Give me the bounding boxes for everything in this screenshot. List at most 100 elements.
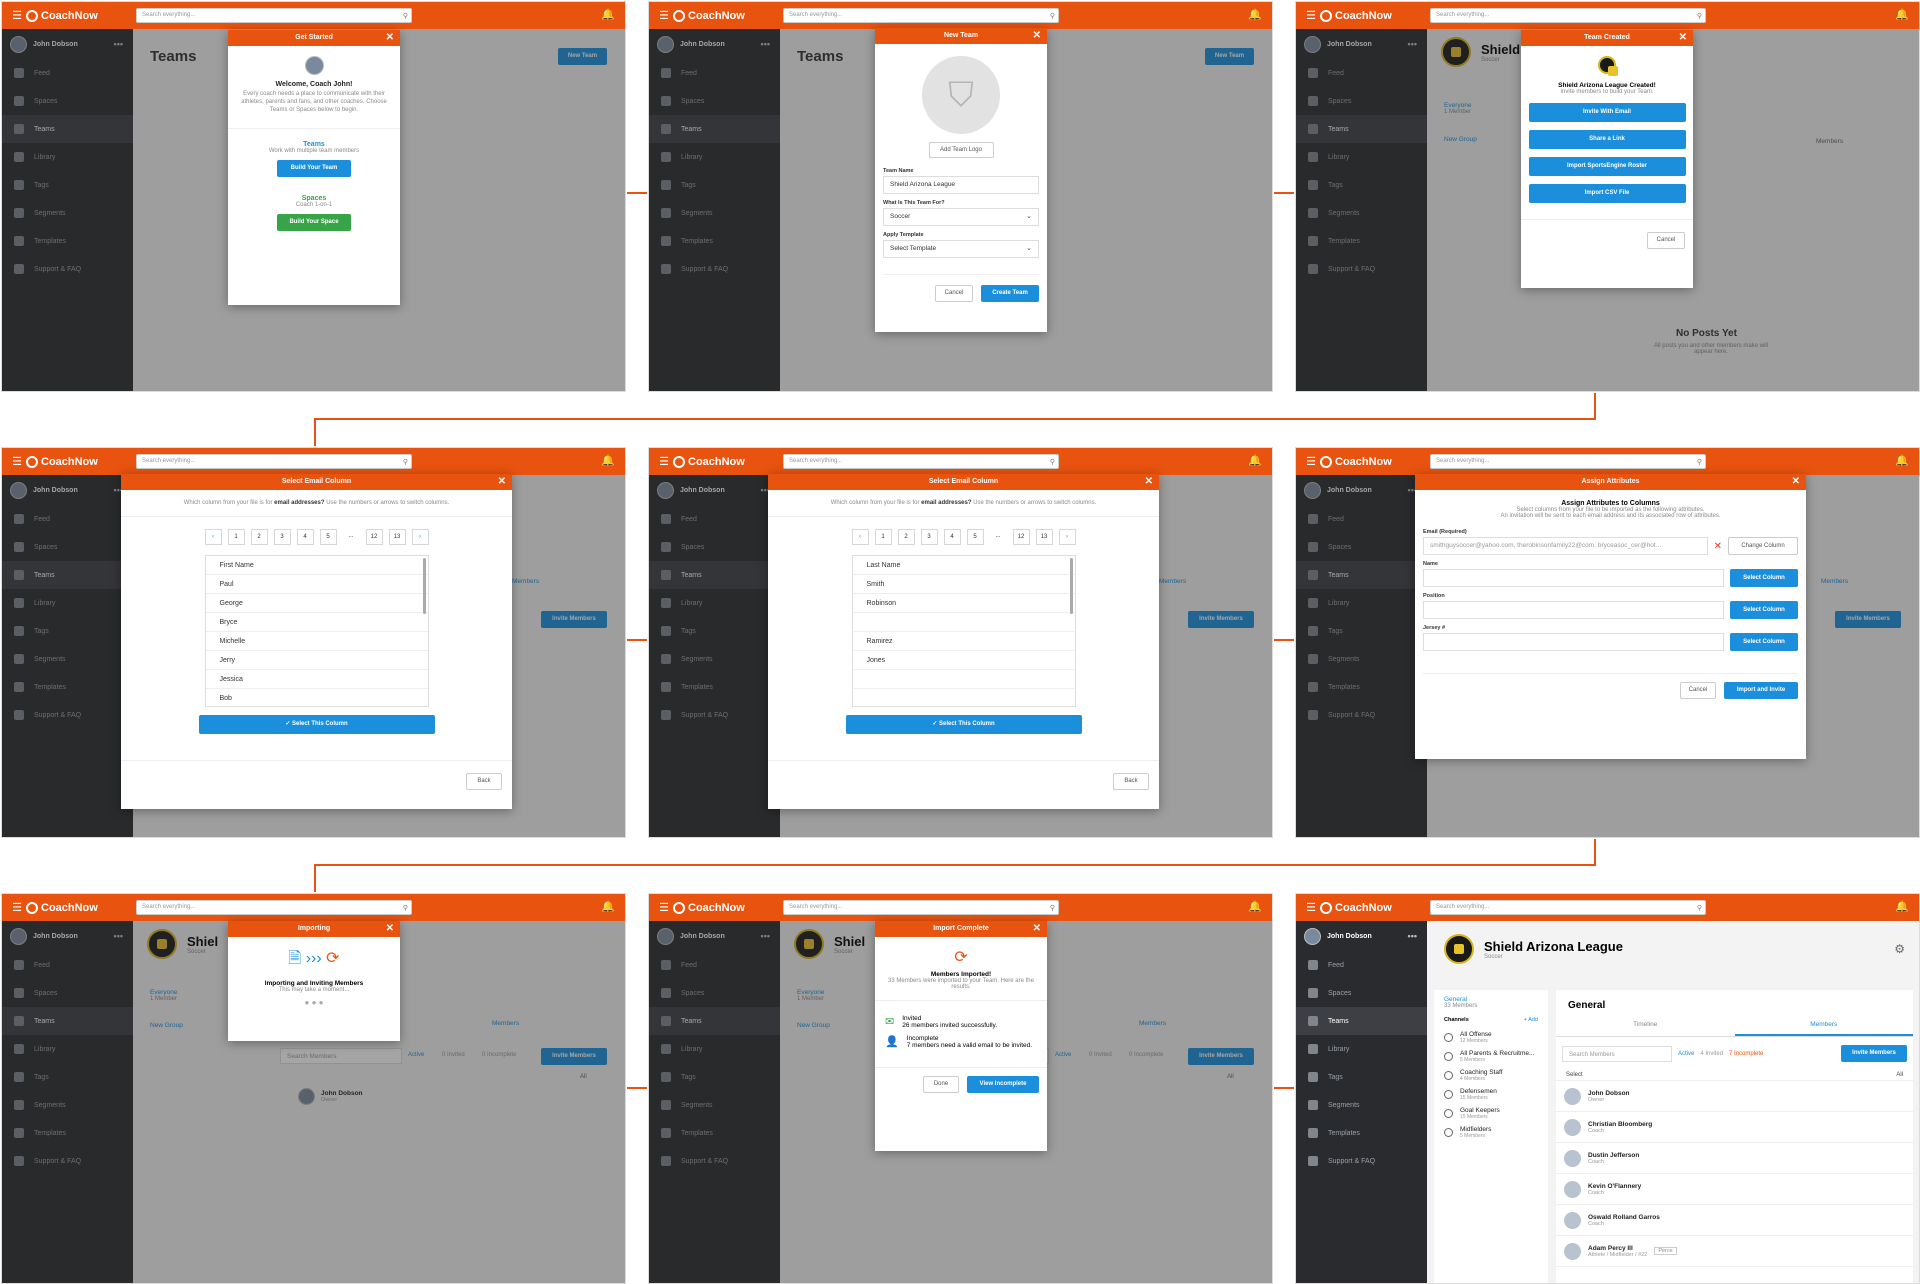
- sidebar-item-library[interactable]: Library: [1296, 1035, 1427, 1063]
- app-logo[interactable]: CoachNow: [673, 901, 781, 914]
- notification-bell-icon[interactable]: 🔔: [601, 900, 615, 913]
- search-icon[interactable]: ⚲: [1050, 456, 1055, 469]
- notification-bell-icon[interactable]: 🔔: [1248, 900, 1262, 913]
- list-item[interactable]: All Parents & Recruitme... 5 Members: [1434, 1044, 1548, 1063]
- scrollbar[interactable]: [422, 558, 426, 614]
- close-icon[interactable]: ✕: [498, 474, 506, 490]
- global-search-input[interactable]: Search everything... ⚲: [1430, 8, 1706, 23]
- close-icon[interactable]: ✕: [1145, 474, 1153, 490]
- global-search-input[interactable]: Search everything... ⚲: [1430, 900, 1706, 915]
- build-team-button[interactable]: Build Your Team: [277, 160, 351, 177]
- select-column-button[interactable]: ✓ Select This Column: [198, 715, 435, 734]
- add-channel-button[interactable]: + Add: [1524, 1017, 1538, 1023]
- close-icon[interactable]: ✕: [1033, 28, 1041, 44]
- search-icon[interactable]: ⚲: [1697, 10, 1702, 23]
- global-search-input[interactable]: Search everything... ⚲: [136, 900, 412, 915]
- import-sportsengine-button[interactable]: Import SportsEngine Roster: [1528, 157, 1686, 176]
- page-number[interactable]: 1: [874, 529, 892, 545]
- page-number[interactable]: 12: [365, 529, 383, 545]
- table-row[interactable]: Oswald Rolland Garros Coach: [1556, 1205, 1913, 1236]
- add-team-logo-button[interactable]: Add Team Logo: [928, 142, 994, 158]
- next-arrow-icon[interactable]: ›: [411, 529, 429, 545]
- global-search-input[interactable]: Search everything... ⚲: [783, 900, 1059, 915]
- create-team-button[interactable]: Create Team: [981, 285, 1039, 302]
- select-all-checkbox[interactable]: Select: [1566, 1072, 1583, 1078]
- close-icon[interactable]: ✕: [1679, 30, 1687, 46]
- global-search-input[interactable]: Search everything... ⚲: [136, 454, 412, 469]
- hamburger-menu-icon[interactable]: ☰: [8, 894, 26, 921]
- sidebar-item-tags[interactable]: Tags: [1296, 1063, 1427, 1091]
- back-button[interactable]: Back: [466, 773, 502, 790]
- notification-bell-icon[interactable]: 🔔: [1895, 900, 1909, 913]
- hamburger-menu-icon[interactable]: ☰: [655, 2, 673, 29]
- search-icon[interactable]: ⚲: [1697, 456, 1702, 469]
- notification-bell-icon[interactable]: 🔔: [601, 454, 615, 467]
- list-item[interactable]: Midfielders 5 Members: [1434, 1120, 1548, 1139]
- sidebar-item-feed[interactable]: Feed: [1296, 951, 1427, 979]
- table-row[interactable]: John DobsonOwner: [1556, 1081, 1913, 1112]
- page-number[interactable]: 13: [388, 529, 406, 545]
- table-row[interactable]: Dustin Jefferson Coach: [1556, 1143, 1913, 1174]
- hamburger-menu-icon[interactable]: ☰: [1302, 894, 1320, 921]
- search-icon[interactable]: ⚲: [403, 456, 408, 469]
- app-logo[interactable]: CoachNow: [673, 455, 781, 468]
- cancel-button[interactable]: Cancel: [935, 285, 973, 302]
- page-number[interactable]: 3: [920, 529, 938, 545]
- tab-invited[interactable]: 4 Invited: [1700, 1051, 1723, 1057]
- search-icon[interactable]: ⚲: [403, 10, 408, 23]
- build-space-button[interactable]: Build Your Space: [277, 214, 351, 231]
- page-number[interactable]: 3: [273, 529, 291, 545]
- view-incomplete-button[interactable]: View Incomplete: [967, 1076, 1039, 1093]
- app-logo[interactable]: CoachNow: [26, 455, 134, 468]
- tab-timeline[interactable]: Timeline: [1556, 1021, 1735, 1036]
- close-icon[interactable]: ✕: [386, 30, 394, 46]
- back-button[interactable]: Back: [1113, 773, 1149, 790]
- cancel-button[interactable]: Cancel: [1680, 682, 1716, 699]
- app-logo[interactable]: CoachNow: [1320, 455, 1428, 468]
- global-search-input[interactable]: Search everything... ⚲: [1430, 454, 1706, 469]
- previous-arrow-icon[interactable]: ‹: [851, 529, 869, 545]
- list-item[interactable]: Goal Keepers 15 Members: [1434, 1101, 1548, 1120]
- team-purpose-select[interactable]: Soccer ⌄: [883, 208, 1039, 226]
- filter-select[interactable]: All: [1896, 1072, 1903, 1078]
- notification-bell-icon[interactable]: 🔔: [1895, 8, 1909, 21]
- hamburger-menu-icon[interactable]: ☰: [8, 448, 26, 475]
- done-button[interactable]: Done: [923, 1076, 959, 1093]
- sidebar-user[interactable]: John Dobson •••: [1296, 921, 1427, 951]
- sidebar-item-spaces[interactable]: Spaces: [1296, 979, 1427, 1007]
- search-icon[interactable]: ⚲: [403, 902, 408, 915]
- close-icon[interactable]: ✕: [1033, 921, 1041, 937]
- list-item[interactable]: All Offense 12 Members: [1434, 1025, 1548, 1044]
- hamburger-menu-icon[interactable]: ☰: [655, 448, 673, 475]
- table-row[interactable]: Kevin O'Flannery Coach: [1556, 1174, 1913, 1205]
- global-search-input[interactable]: Search everything... ⚲: [783, 454, 1059, 469]
- tab-active[interactable]: Active: [1678, 1051, 1694, 1057]
- global-search-input[interactable]: Search everything... ⚲: [783, 8, 1059, 23]
- page-number[interactable]: 13: [1035, 529, 1053, 545]
- previous-arrow-icon[interactable]: ‹: [204, 529, 222, 545]
- page-number[interactable]: 1: [227, 529, 245, 545]
- team-name-field[interactable]: Shield Arizona League: [883, 176, 1039, 194]
- page-number[interactable]: 5: [966, 529, 984, 545]
- share-link-button[interactable]: Share a Link: [1528, 130, 1686, 149]
- notification-bell-icon[interactable]: 🔔: [1248, 454, 1262, 467]
- close-icon[interactable]: ✕: [386, 921, 394, 937]
- more-options-icon[interactable]: •••: [1408, 931, 1417, 941]
- app-logo[interactable]: CoachNow: [26, 9, 134, 22]
- sidebar-item-teams[interactable]: Teams: [1296, 1007, 1427, 1035]
- hamburger-menu-icon[interactable]: ☰: [655, 894, 673, 921]
- table-row[interactable]: Adam Percy III Athlete / Midfielder / #22…: [1556, 1236, 1913, 1267]
- app-logo[interactable]: CoachNow: [26, 901, 134, 914]
- page-number[interactable]: 12: [1012, 529, 1030, 545]
- sidebar-item-templates[interactable]: Templates: [1296, 1119, 1427, 1147]
- global-search-input[interactable]: Search everything... ⚲: [136, 8, 412, 23]
- page-number[interactable]: 5: [319, 529, 337, 545]
- hamburger-menu-icon[interactable]: ☰: [1302, 448, 1320, 475]
- tab-incomplete[interactable]: 7 Incomplete: [1729, 1051, 1763, 1057]
- notification-bell-icon[interactable]: 🔔: [1248, 8, 1262, 21]
- template-select[interactable]: Select Template ⌄: [883, 240, 1039, 258]
- hamburger-menu-icon[interactable]: ☰: [1302, 2, 1320, 29]
- scrollbar[interactable]: [1069, 558, 1073, 614]
- hamburger-menu-icon[interactable]: ☰: [8, 2, 26, 29]
- notification-bell-icon[interactable]: 🔔: [1895, 454, 1909, 467]
